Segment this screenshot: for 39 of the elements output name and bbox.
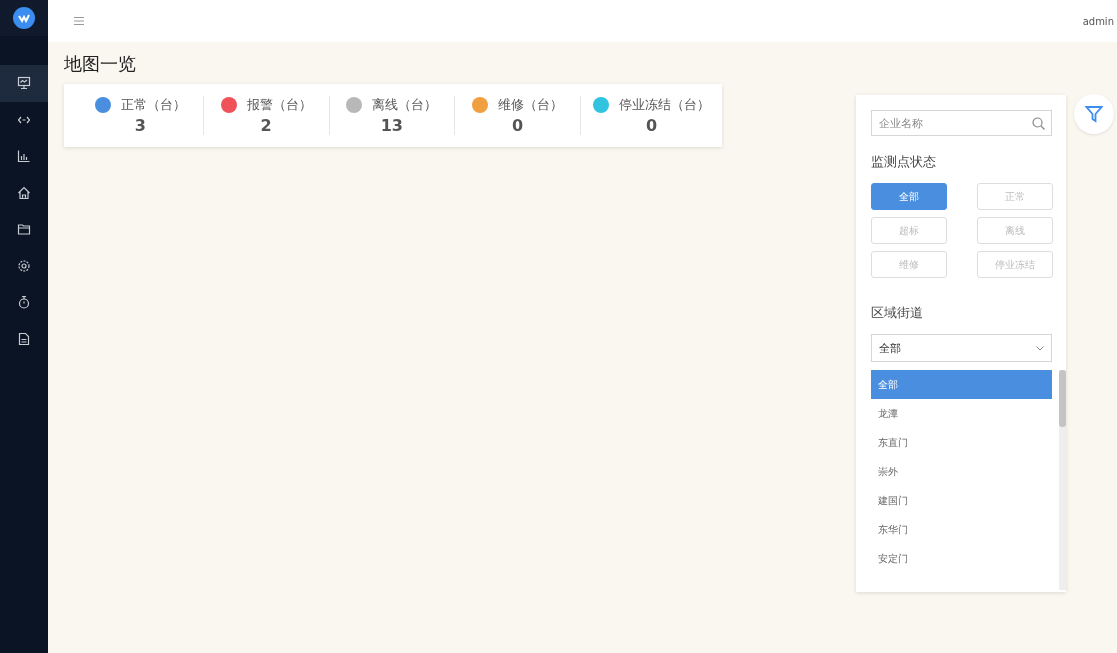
stat-label: 离线（台）: [372, 96, 438, 114]
dropdown-option[interactable]: 东直门: [871, 428, 1052, 457]
user-name[interactable]: admin: [1082, 15, 1114, 27]
dropdown-option[interactable]: 建国门: [871, 486, 1052, 515]
dropdown-option[interactable]: 安定门: [871, 544, 1052, 573]
stat-value: 3: [134, 116, 146, 135]
section-title: 区域街道: [871, 304, 924, 322]
stat-label: 停业冻结（台）: [619, 96, 710, 114]
document-icon: [17, 331, 31, 346]
dropdown-option[interactable]: 龙潭: [871, 399, 1052, 428]
search-field[interactable]: 企业名称: [871, 110, 1052, 136]
home-icon: [17, 185, 31, 200]
stat-label: 报警（台）: [246, 96, 312, 114]
page-title: 地图一览: [64, 52, 137, 76]
region-select[interactable]: 全部: [871, 334, 1052, 362]
sidebar-item[interactable]: [0, 65, 48, 102]
status-option[interactable]: 全部: [871, 183, 947, 210]
dropdown-option[interactable]: 崇外: [871, 457, 1052, 486]
section-title: 监测点状态: [871, 153, 937, 171]
dropdown-option[interactable]: 全部: [871, 370, 1052, 399]
folder-icon: [17, 222, 31, 237]
chevron-icon: [1036, 345, 1044, 351]
dropdown-option[interactable]: 东华门: [871, 515, 1052, 544]
filter-icon: [1085, 105, 1103, 123]
timer-icon: [17, 295, 31, 310]
scrollbar[interactable]: [1059, 370, 1066, 590]
stat-label: 正常（台）: [120, 96, 186, 114]
settings-icon: [17, 258, 31, 273]
stat-label: 维修（台）: [498, 96, 564, 114]
stat-value: 0: [645, 116, 658, 135]
stat-value: 13: [380, 116, 403, 135]
logo-icon: [13, 7, 35, 29]
stat-value: 2: [260, 116, 272, 135]
monitor-icon: [17, 76, 31, 91]
search-icon[interactable]: [1032, 117, 1045, 130]
menu-icon[interactable]: [74, 17, 84, 25]
bar-chart-icon: [17, 149, 31, 164]
filter-button[interactable]: [1074, 94, 1114, 134]
stat-value: 0: [512, 116, 524, 135]
